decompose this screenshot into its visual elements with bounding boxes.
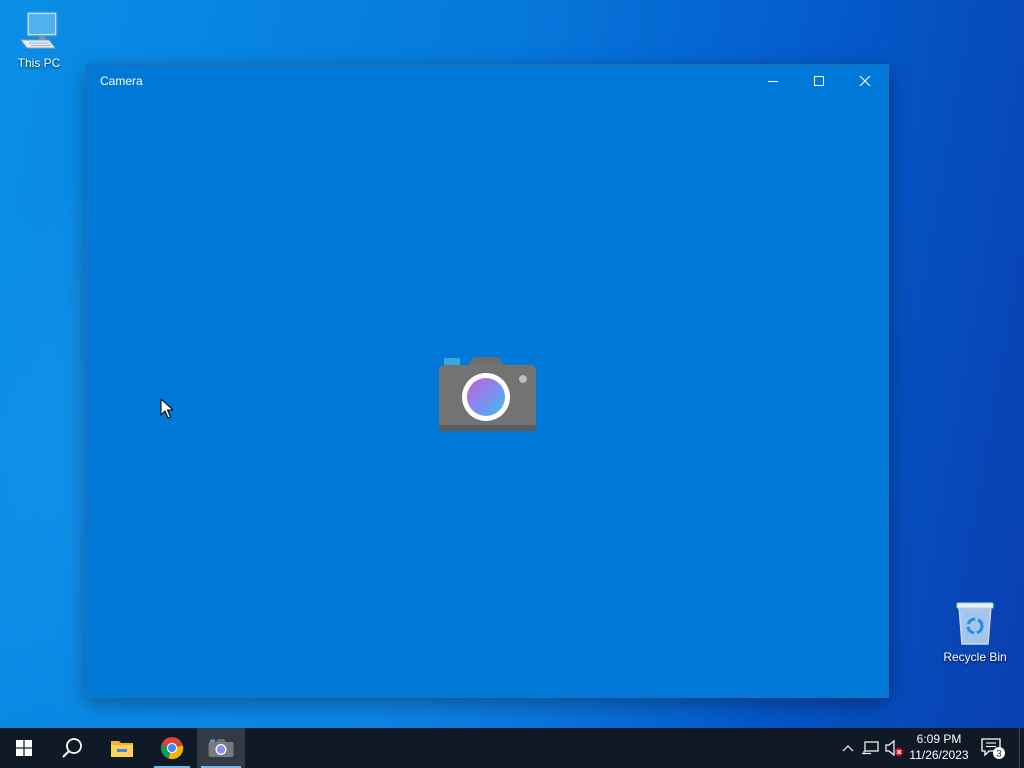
minimize-icon	[768, 81, 778, 82]
network-icon	[862, 741, 879, 755]
window-titlebar[interactable]: Camera	[87, 65, 888, 97]
recycle-bin-icon	[956, 602, 994, 645]
windows-logo-icon	[16, 740, 32, 756]
start-button[interactable]	[0, 728, 48, 768]
action-center-button[interactable]: 3	[980, 734, 1006, 762]
computer-icon	[20, 11, 58, 49]
folder-icon	[111, 741, 133, 757]
camera-app-icon	[439, 357, 536, 431]
desktop-icon-label: Recycle Bin	[943, 650, 1007, 664]
volume-tray-button[interactable]	[884, 738, 904, 758]
camera-icon	[208, 739, 234, 757]
minimize-button[interactable]	[750, 65, 796, 97]
taskbar-clock[interactable]: 6:09 PM 11/26/2023	[906, 731, 972, 763]
search-button[interactable]	[48, 728, 96, 768]
maximize-icon	[814, 76, 824, 86]
camera-window: Camera	[87, 65, 888, 697]
volume-muted-icon	[885, 739, 903, 757]
network-tray-button[interactable]	[860, 738, 880, 758]
desktop: This PC Recycle Bin Camera	[0, 0, 1024, 728]
show-hidden-icons-button[interactable]	[838, 738, 858, 758]
chevron-up-icon	[842, 745, 854, 752]
clock-time: 6:09 PM	[916, 732, 962, 746]
desktop-icon-this-pc[interactable]: This PC	[0, 8, 78, 70]
desktop-icon-recycle-bin[interactable]: Recycle Bin	[936, 600, 1014, 664]
notification-icon: 3	[981, 738, 1005, 759]
mouse-cursor-icon	[160, 398, 174, 419]
show-desktop-button[interactable]	[1019, 728, 1024, 768]
taskbar-file-explorer[interactable]	[98, 728, 146, 768]
close-button[interactable]	[842, 65, 888, 97]
desktop-icon-label: This PC	[17, 56, 61, 70]
taskbar: 6:09 PM 11/26/2023 3	[0, 728, 1024, 768]
notification-count-badge: 3	[996, 749, 1001, 759]
search-icon	[62, 738, 82, 758]
chrome-icon	[160, 737, 184, 760]
clock-date: 11/26/2023	[909, 748, 969, 762]
taskbar-camera[interactable]	[197, 728, 245, 768]
maximize-button[interactable]	[796, 65, 842, 97]
taskbar-chrome[interactable]	[148, 728, 196, 768]
close-icon	[859, 75, 871, 87]
window-title: Camera	[100, 74, 143, 88]
